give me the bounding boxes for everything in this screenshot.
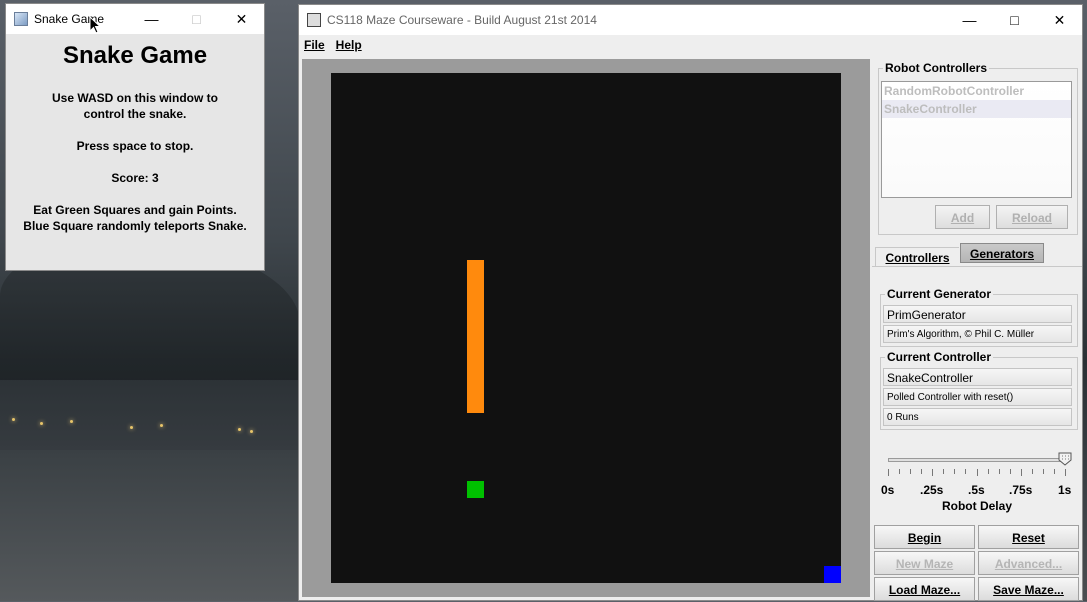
reload-label: Reload bbox=[1011, 211, 1052, 225]
begin-button[interactable]: Begin bbox=[874, 525, 975, 549]
info-line-1: Eat Green Squares and gain Points. bbox=[33, 203, 237, 217]
controller-desc-field: Polled Controller with reset() bbox=[883, 388, 1072, 406]
current-controller-label: Current Controller bbox=[887, 350, 992, 364]
minimize-icon[interactable]: — bbox=[947, 5, 992, 35]
runs-field: 0 Runs bbox=[883, 408, 1072, 426]
add-label: Add bbox=[950, 211, 975, 225]
slider-tick bbox=[965, 469, 966, 474]
snake-titlebar[interactable]: Snake Game — □ ✕ bbox=[6, 4, 264, 34]
list-item[interactable]: RandomRobotController bbox=[882, 82, 1071, 100]
delay-label-05s: .5s bbox=[968, 483, 985, 497]
slider-tick bbox=[977, 469, 978, 476]
slider-tick bbox=[1021, 469, 1022, 476]
robot-delay-label: Robot Delay bbox=[941, 499, 1012, 513]
tab-generators[interactable]: Generators bbox=[960, 243, 1044, 263]
stop-text: Press space to stop. bbox=[76, 139, 194, 153]
instructions-line-1: Use WASD on this window to bbox=[52, 91, 218, 105]
maze-titlebar[interactable]: CS118 Maze Courseware - Build August 21s… bbox=[299, 5, 1082, 35]
current-generator-label: Current Generator bbox=[887, 287, 992, 301]
menu-help[interactable]: Help bbox=[336, 38, 362, 52]
controllers-list[interactable]: RandomRobotController SnakeController bbox=[881, 81, 1072, 198]
load-maze-button[interactable]: Load Maze... bbox=[874, 577, 975, 601]
slider-tick bbox=[899, 469, 900, 474]
robot-controllers-label: Robot Controllers bbox=[885, 61, 987, 75]
score-text: Score: 3 bbox=[111, 171, 159, 185]
game-board bbox=[331, 73, 841, 583]
load-maze-label: Load Maze... bbox=[888, 583, 961, 597]
new-maze-label: New Maze bbox=[895, 557, 954, 571]
snake-heading: Snake Game bbox=[62, 42, 208, 69]
slider-tick bbox=[932, 469, 933, 476]
delay-label-1s: 1s bbox=[1058, 483, 1072, 497]
slider-tick bbox=[1010, 469, 1011, 474]
instructions-line-2: control the snake. bbox=[83, 107, 187, 121]
delay-label-075s: .75s bbox=[1009, 483, 1033, 497]
minimize-icon[interactable]: — bbox=[129, 4, 174, 34]
tab-controllers-label: Controllers bbox=[885, 251, 950, 265]
snake-game-window: Snake Game — □ ✕ Snake Game Use WASD on … bbox=[6, 4, 264, 270]
green-food-square bbox=[467, 481, 484, 498]
robot-delay-slider-thumb[interactable] bbox=[1058, 452, 1072, 466]
wallpaper-water bbox=[0, 450, 300, 601]
add-button[interactable]: Add bbox=[935, 205, 990, 229]
slider-tick bbox=[1032, 469, 1033, 474]
slider-tick bbox=[888, 469, 889, 476]
maximize-icon[interactable]: □ bbox=[174, 4, 219, 34]
slider-tick bbox=[999, 469, 1000, 474]
new-maze-button[interactable]: New Maze bbox=[874, 551, 975, 575]
close-icon[interactable]: ✕ bbox=[219, 4, 264, 34]
slider-tick bbox=[910, 469, 911, 474]
java-app-icon bbox=[14, 12, 28, 26]
tab-divider bbox=[872, 266, 1082, 267]
maximize-icon[interactable]: □ bbox=[992, 5, 1037, 35]
snake-info-panel[interactable]: Snake Game Use WASD on this window to co… bbox=[6, 34, 264, 270]
close-icon[interactable]: ✕ bbox=[1037, 5, 1082, 35]
slider-tick bbox=[954, 469, 955, 474]
snake-window-title: Snake Game bbox=[34, 12, 105, 26]
list-item[interactable]: SnakeController bbox=[882, 100, 1071, 118]
menu-bar: File Help bbox=[299, 35, 1082, 55]
info-line-2: Blue Square randomly teleports Snake. bbox=[23, 219, 247, 233]
reset-button[interactable]: Reset bbox=[978, 525, 1079, 549]
app-icon bbox=[307, 13, 321, 27]
slider-tick bbox=[921, 469, 922, 474]
maze-view bbox=[302, 59, 870, 597]
blue-teleport-square bbox=[824, 566, 841, 583]
tab-generators-label: Generators bbox=[969, 247, 1035, 261]
mouse-cursor-icon bbox=[89, 16, 101, 34]
save-maze-button[interactable]: Save Maze... bbox=[978, 577, 1079, 601]
controller-name-field: SnakeController bbox=[883, 368, 1072, 386]
snake-body bbox=[467, 260, 484, 413]
side-panel: Robot Controllers RandomRobotController … bbox=[872, 59, 1082, 601]
slider-tick bbox=[943, 469, 944, 474]
generator-name-field: PrimGenerator bbox=[883, 305, 1072, 323]
menu-file[interactable]: File bbox=[304, 38, 325, 52]
maze-courseware-window: CS118 Maze Courseware - Build August 21s… bbox=[299, 5, 1082, 601]
generator-desc-field: Prim's Algorithm, © Phil C. Müller bbox=[883, 325, 1072, 343]
tab-controllers[interactable]: Controllers bbox=[875, 247, 959, 267]
slider-tick bbox=[1065, 469, 1066, 476]
slider-tick bbox=[988, 469, 989, 474]
delay-label-025s: .25s bbox=[920, 483, 944, 497]
slider-tick bbox=[1043, 469, 1044, 474]
save-maze-label: Save Maze... bbox=[993, 583, 1064, 597]
maze-window-title: CS118 Maze Courseware - Build August 21s… bbox=[327, 13, 597, 27]
reset-label: Reset bbox=[1012, 531, 1045, 545]
begin-label: Begin bbox=[907, 531, 942, 545]
reload-button[interactable]: Reload bbox=[996, 205, 1068, 229]
delay-label-0s: 0s bbox=[881, 483, 895, 497]
slider-tick bbox=[1054, 469, 1055, 474]
robot-delay-slider-track[interactable] bbox=[888, 458, 1068, 462]
advanced-button[interactable]: Advanced... bbox=[978, 551, 1079, 575]
advanced-label: Advanced... bbox=[994, 557, 1063, 571]
